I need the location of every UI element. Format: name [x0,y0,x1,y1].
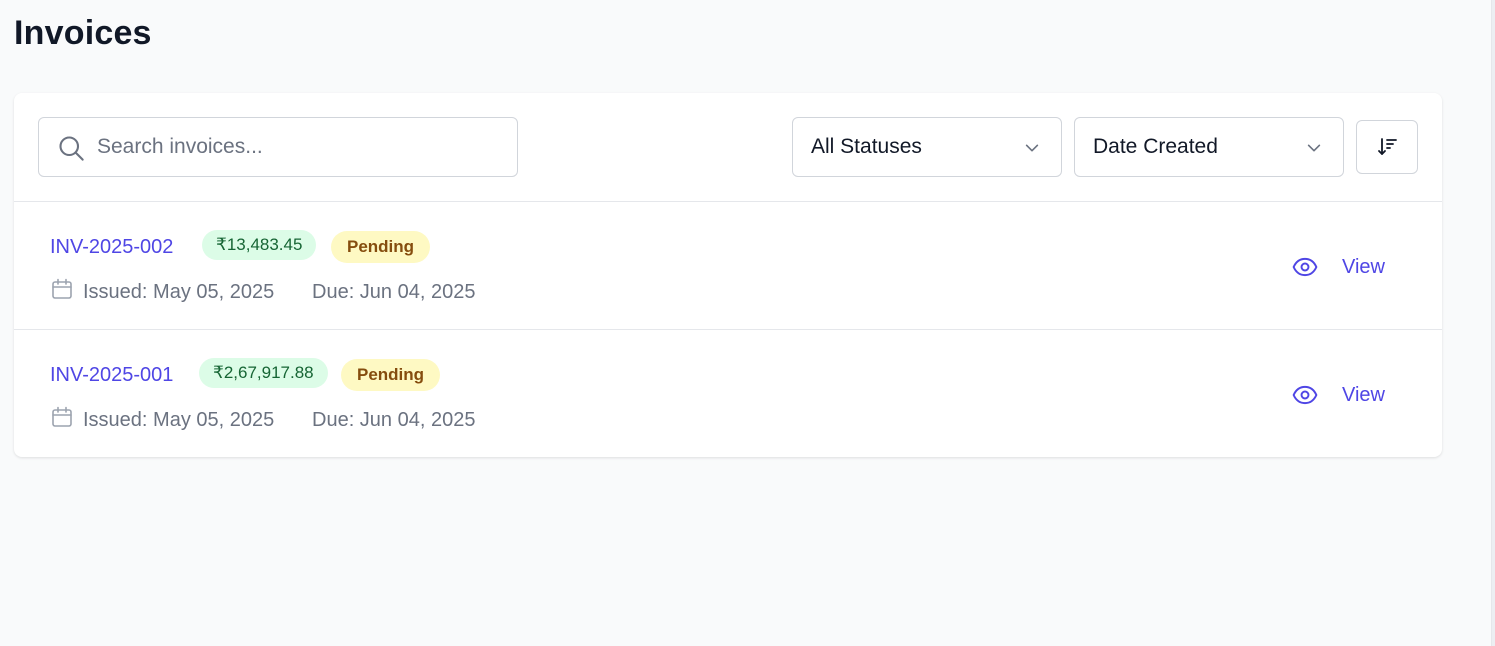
sort-descending-icon [1378,138,1397,155]
calendar-icon [52,406,72,427]
issued-date: Issued: May 05, 2025 [83,409,275,431]
invoices-card: All Statuses Date Created [14,93,1442,457]
eye-icon [1292,385,1318,405]
invoice-number-link[interactable]: INV-2025-002 [50,236,173,259]
search-box[interactable] [38,117,518,177]
view-invoice-button[interactable]: View [1292,380,1412,410]
due-date: Due: Jun 04, 2025 [312,409,476,431]
page-title: Invoices [14,14,152,52]
status-filter-value: All Statuses [811,135,922,158]
invoice-number-link[interactable]: INV-2025-001 [50,364,173,387]
status-badge: Pending [331,231,431,263]
amount-badge: ₹2,67,917.88 [199,358,328,388]
invoice-row: INV-2025-002 ₹13,483.45 Pending Issued: … [14,202,1442,330]
scrollbar-track[interactable] [1491,0,1495,646]
chevron-down-icon [1025,144,1039,152]
chevron-down-icon [1307,144,1321,152]
search-icon [59,136,84,161]
invoice-row: INV-2025-001 ₹2,67,917.88 Pending Issued… [14,330,1442,458]
amount-badge: ₹13,483.45 [202,230,317,260]
view-label: View [1342,383,1385,406]
due-date: Due: Jun 04, 2025 [312,281,476,303]
view-invoice-button[interactable]: View [1292,252,1412,282]
sort-by-value: Date Created [1093,135,1218,158]
view-label: View [1342,255,1385,278]
invoices-page: Invoices All Statuses Date Created [0,0,1495,646]
status-badge: Pending [341,359,441,391]
eye-icon [1292,257,1318,277]
sort-direction-button[interactable] [1356,120,1418,174]
issued-date: Issued: May 05, 2025 [83,281,275,303]
status-filter-select[interactable]: All Statuses [792,117,1062,177]
filter-toolbar: All Statuses Date Created [14,93,1442,202]
sort-by-select[interactable]: Date Created [1074,117,1344,177]
search-input[interactable] [97,128,497,166]
calendar-icon [52,278,72,299]
